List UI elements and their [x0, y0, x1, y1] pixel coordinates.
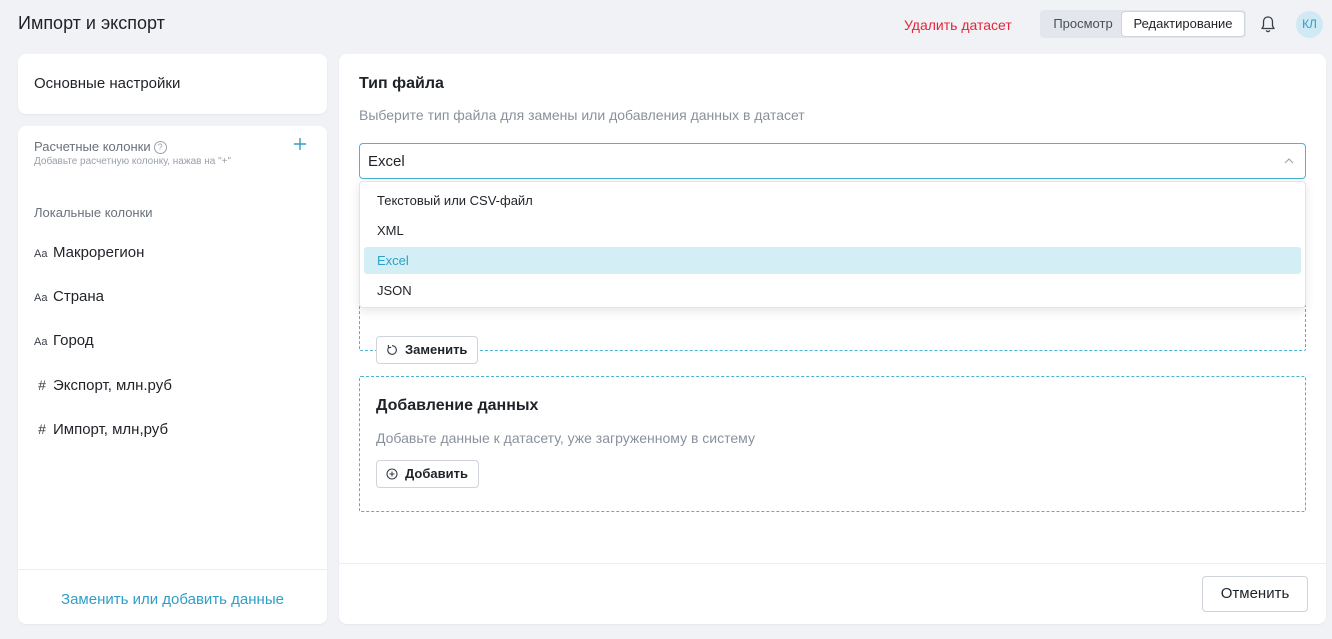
- local-columns-title: Локальные колонки: [34, 205, 153, 220]
- mode-view-button[interactable]: Просмотр: [1044, 12, 1122, 36]
- page-title: Импорт и экспорт: [18, 13, 165, 33]
- columns-panel: Расчетные колонки? Добавьте расчетную ко…: [18, 126, 327, 624]
- chevron-up-icon: [1284, 158, 1294, 164]
- cancel-button[interactable]: Отменить: [1202, 576, 1308, 612]
- calc-columns-title: Расчетные колонки?: [34, 139, 167, 154]
- avatar[interactable]: КЛ: [1296, 11, 1323, 38]
- import-panel: Тип файла Выберите тип файла для замены …: [339, 54, 1326, 624]
- add-button-label: Добавить: [405, 466, 468, 481]
- dropdown-option-json[interactable]: JSON: [364, 277, 1301, 304]
- divider: [18, 569, 327, 570]
- main-settings-label: Основные настройки: [34, 75, 181, 92]
- file-type-select[interactable]: Excel: [359, 143, 1306, 179]
- add-button[interactable]: Добавить: [376, 460, 479, 488]
- calc-columns-title-text: Расчетные колонки: [34, 139, 151, 154]
- dropdown-option-xml[interactable]: XML: [364, 217, 1301, 244]
- replace-or-add-data-link[interactable]: Заменить или добавить данные: [18, 591, 327, 608]
- column-item[interactable]: # Импорт, млн,руб: [34, 417, 311, 441]
- column-item[interactable]: # Экспорт, млн.руб: [34, 373, 311, 397]
- file-type-select-value: Excel: [368, 153, 405, 170]
- add-data-title: Добавление данных: [376, 397, 539, 414]
- column-label: Макрорегион: [53, 244, 145, 261]
- add-data-description: Добавьте данные к датасету, уже загружен…: [376, 430, 755, 446]
- number-type-icon: #: [38, 377, 46, 393]
- text-type-icon: Aa: [34, 292, 48, 304]
- column-label: Страна: [53, 288, 105, 305]
- replace-button-label: Заменить: [405, 342, 468, 357]
- file-type-dropdown: Текстовый или CSV-файл XML Excel JSON: [359, 181, 1306, 308]
- file-type-title: Тип файла: [359, 75, 444, 92]
- text-type-icon: Aa: [34, 248, 48, 260]
- plus-circle-icon: [386, 468, 398, 480]
- column-label: Импорт, млн,руб: [53, 421, 169, 438]
- replace-button[interactable]: Заменить: [376, 336, 479, 364]
- column-label: Город: [53, 332, 94, 349]
- column-item[interactable]: Aa Город: [34, 329, 311, 353]
- main-settings-card[interactable]: Основные настройки: [18, 54, 327, 114]
- text-type-icon: Aa: [34, 336, 48, 348]
- column-label: Экспорт, млн.руб: [53, 377, 172, 394]
- delete-dataset-link[interactable]: Удалить датасет: [904, 17, 1012, 33]
- number-type-icon: #: [38, 421, 46, 437]
- column-item[interactable]: Aa Страна: [34, 285, 311, 309]
- column-item[interactable]: Aa Макрорегион: [34, 241, 311, 265]
- mode-switch: Просмотр Редактирование: [1040, 10, 1246, 38]
- bell-icon[interactable]: [1258, 14, 1278, 34]
- add-data-section: Добавление данных Добавьте данные к дата…: [359, 376, 1306, 512]
- top-bar: Импорт и экспорт Удалить датасет Просмот…: [0, 0, 1332, 50]
- footer-divider: [339, 563, 1326, 564]
- help-icon[interactable]: ?: [153, 141, 167, 154]
- refresh-icon: [387, 344, 397, 355]
- file-type-description: Выберите тип файла для замены или добавл…: [359, 107, 805, 123]
- add-calc-column-plus-icon[interactable]: [292, 136, 308, 152]
- dropdown-option-csv[interactable]: Текстовый или CSV-файл: [364, 187, 1301, 214]
- mode-edit-button[interactable]: Редактирование: [1122, 12, 1244, 36]
- calc-columns-hint: Добавьте расчетную колонку, нажав на "+": [34, 156, 232, 167]
- dropdown-option-excel[interactable]: Excel: [364, 247, 1301, 274]
